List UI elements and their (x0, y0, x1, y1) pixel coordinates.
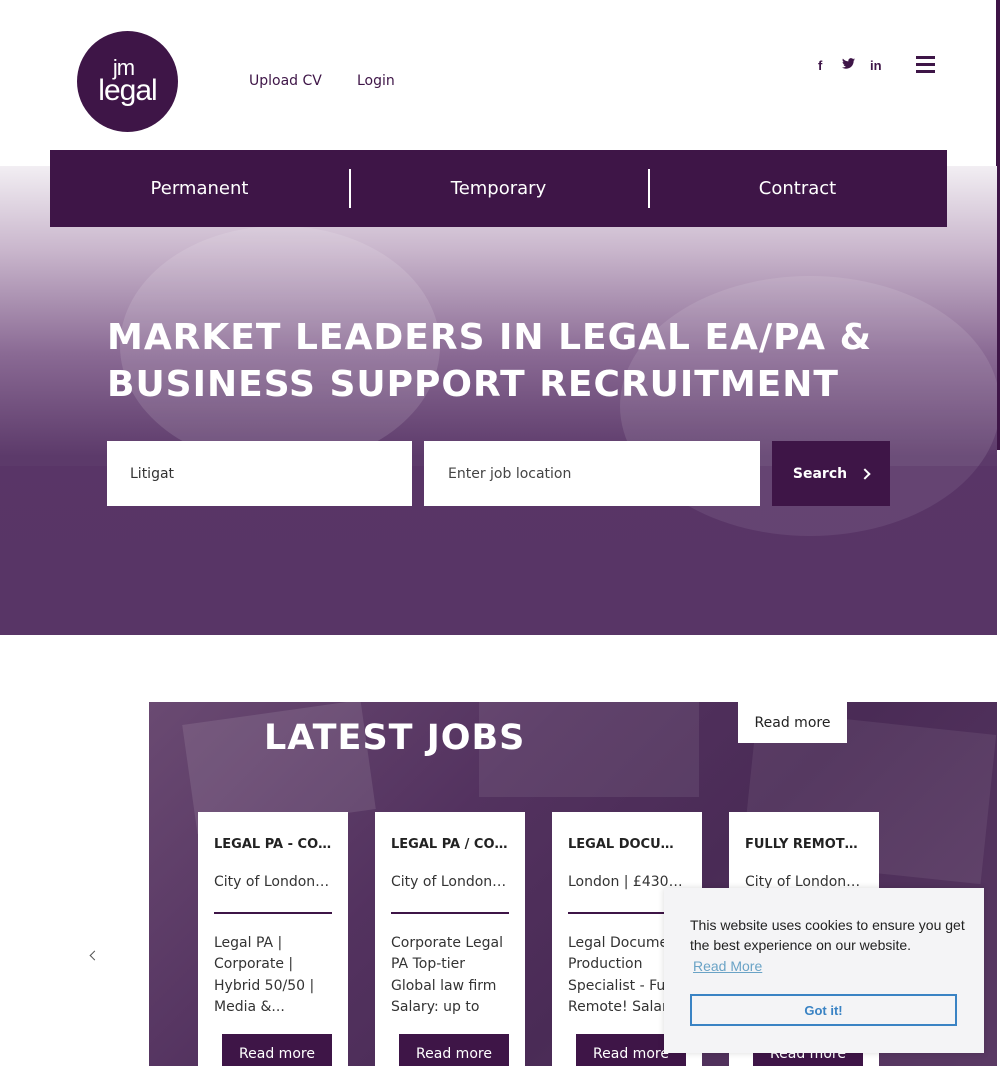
keyword-input[interactable] (107, 441, 412, 506)
job-card-description: Legal PA | Corporate | Hybrid 50/50 | Me… (214, 935, 315, 1015)
job-card-read-more-button[interactable]: Read more (399, 1034, 509, 1066)
site-header: jm legal Upload CV Login f in (0, 0, 1000, 150)
cookie-message: This website uses cookies to ensure you … (690, 917, 965, 953)
facebook-icon[interactable]: f (818, 58, 822, 73)
tab-temporary[interactable]: Temporary (349, 150, 648, 227)
login-link[interactable]: Login (357, 73, 395, 89)
cookie-banner: This website uses cookies to ensure you … (664, 888, 984, 1053)
chevron-right-icon (859, 467, 871, 480)
logo-line-2: legal (98, 73, 157, 107)
twitter-icon[interactable] (842, 57, 855, 72)
search-button[interactable]: Search (772, 441, 890, 506)
cookie-read-more-link[interactable]: Read More (693, 958, 762, 974)
job-card[interactable]: LEGAL PA / CORPORATE City of London | £5… (375, 812, 525, 1066)
hamburger-icon[interactable] (916, 56, 935, 73)
cookie-accept-button[interactable]: Got it! (690, 994, 957, 1026)
hero-title: MARKET LEADERS IN LEGAL EA/PA & BUSINESS… (107, 317, 872, 405)
location-input[interactable] (424, 441, 760, 506)
tab-permanent[interactable]: Permanent (50, 150, 349, 227)
linkedin-icon[interactable]: in (870, 58, 882, 73)
job-card-divider (214, 912, 332, 914)
site-logo[interactable]: jm legal (77, 31, 178, 132)
job-card-title: LEGAL DOCUMENT PRODUCTION (568, 837, 686, 852)
job-card-description: Corporate Legal PA Top-tier Global law f… (391, 935, 503, 1015)
job-card-divider (391, 912, 509, 914)
job-card-title: FULLY REMOTE LEGAL PA (745, 837, 863, 852)
carousel-prev-icon[interactable] (89, 950, 100, 961)
job-card-location: City of London | Hybrid (214, 874, 332, 890)
latest-jobs-read-more-button[interactable]: Read more (738, 702, 847, 743)
job-card-read-more-button[interactable]: Read more (222, 1034, 332, 1066)
search-button-label: Search (792, 465, 848, 482)
job-card-title: LEGAL PA - CORPORATE (214, 837, 332, 852)
tab-contract[interactable]: Contract (648, 150, 947, 227)
job-card-location: City of London | £54,000 (391, 874, 509, 890)
latest-jobs-title: LATEST JOBS (264, 718, 526, 758)
job-card-title: LEGAL PA / CORPORATE (391, 837, 509, 852)
upload-cv-link[interactable]: Upload CV (249, 73, 322, 89)
job-type-tabs: Permanent Temporary Contract (50, 150, 947, 227)
job-card[interactable]: LEGAL PA - CORPORATE City of London | Hy… (198, 812, 348, 1066)
